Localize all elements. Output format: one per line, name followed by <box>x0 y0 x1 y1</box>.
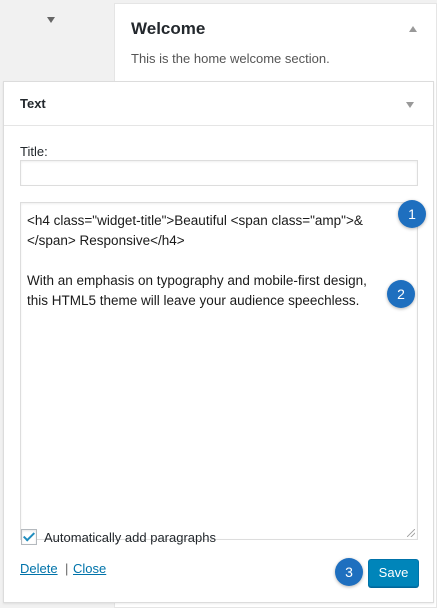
collapse-arrow-icon[interactable] <box>406 102 414 108</box>
delete-link[interactable]: Delete <box>20 561 58 576</box>
callout-badge-3: 3 <box>335 558 363 586</box>
auto-paragraphs-label[interactable]: Automatically add paragraphs <box>44 530 216 545</box>
title-input[interactable] <box>20 160 418 186</box>
content-line: With an emphasis on typography and mobil… <box>27 273 367 288</box>
checkmark-icon <box>22 529 36 542</box>
content-line: <h4 class="widget-title">Beautiful <span… <box>27 213 363 228</box>
close-link[interactable]: Close <box>73 561 106 576</box>
callout-badge-2: 2 <box>387 280 415 308</box>
link-separator: | <box>65 561 69 576</box>
text-widget-panel: Text Title: <h4 class="widget-title">Bea… <box>3 81 434 603</box>
expand-arrow-icon[interactable] <box>409 26 417 32</box>
save-button[interactable]: Save <box>368 559 419 587</box>
text-widget-title: Text <box>20 96 46 111</box>
content-line: </span> Responsive</h4> <box>27 233 185 248</box>
text-widget-header[interactable]: Text <box>4 82 433 126</box>
auto-paragraphs-checkbox[interactable] <box>21 529 37 545</box>
welcome-widget-description: This is the home welcome section. <box>131 51 330 66</box>
collapse-arrow-icon[interactable] <box>47 17 55 23</box>
callout-badge-1: 1 <box>398 200 426 228</box>
content-line: this HTML5 theme will leave your audienc… <box>27 293 360 308</box>
title-field-label: Title: <box>20 144 48 159</box>
widget-content-textarea[interactable]: <h4 class="widget-title">Beautiful <span… <box>20 202 418 540</box>
welcome-widget-title[interactable]: Welcome <box>131 19 205 39</box>
resize-handle-icon[interactable] <box>407 529 415 537</box>
